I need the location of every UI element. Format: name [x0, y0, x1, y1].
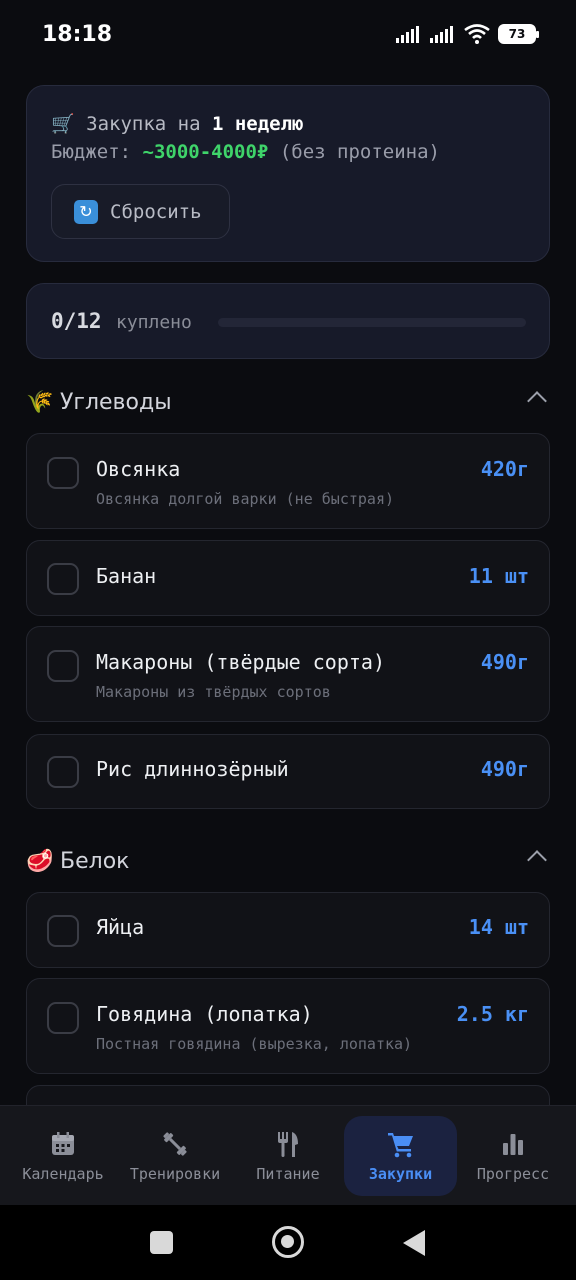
- status-bar: 18:18 73: [0, 0, 576, 70]
- nav-item-progress[interactable]: Прогресс: [462, 1116, 564, 1196]
- item-name: Банан: [96, 564, 157, 588]
- section-title: Углеводы: [60, 389, 172, 415]
- section-title: Белок: [60, 848, 130, 874]
- item-checkbox[interactable]: [47, 756, 79, 788]
- item-checkbox[interactable]: [47, 650, 79, 682]
- purchase-period-line: 🛒 Закупка на 1 неделю: [51, 112, 303, 135]
- progress-bar: [218, 318, 526, 327]
- item-checkbox[interactable]: [47, 457, 79, 489]
- item-description: Овсянка долгой варки (не быстрая): [96, 490, 395, 508]
- section-header-carbs[interactable]: 🌾 Углеводы: [26, 382, 550, 422]
- status-time: 18:18: [42, 22, 113, 47]
- battery-icon: 73: [498, 24, 539, 44]
- item-name: Макароны (твёрдые сорта): [96, 650, 385, 674]
- item-quantity: 420г: [480, 457, 529, 481]
- home-button[interactable]: [272, 1226, 304, 1258]
- chevron-up-icon[interactable]: [527, 391, 547, 411]
- item-checkbox[interactable]: [47, 915, 79, 947]
- progress-count: 0/12: [51, 309, 102, 333]
- list-item[interactable]: Макароны (твёрдые сорта) Макароны из твё…: [26, 626, 550, 722]
- item-quantity: 14 шт: [468, 915, 529, 939]
- item-name: Яйца: [96, 915, 145, 939]
- progress-label: куплено: [116, 312, 192, 333]
- item-description: Постная говядина (вырезка, лопатка): [96, 1035, 413, 1053]
- meat-icon: 🥩: [26, 848, 54, 874]
- item-name: Говядина (лопатка): [96, 1002, 313, 1026]
- system-navigation-bar: [0, 1205, 576, 1280]
- signal-icon: [430, 26, 453, 43]
- purchase-info-card: 🛒 Закупка на 1 неделю Бюджет: ~3000-4000…: [26, 85, 550, 262]
- recents-button[interactable]: [150, 1231, 173, 1254]
- section-header-protein[interactable]: 🥩 Белок: [26, 841, 550, 881]
- nav-label: Питание: [256, 1165, 320, 1183]
- nav-label: Закупки: [368, 1165, 433, 1183]
- list-item[interactable]: Яйца 14 шт: [26, 892, 550, 968]
- nav-label: Календарь: [22, 1165, 104, 1183]
- dumbbell-icon: [160, 1129, 190, 1159]
- list-item[interactable]: Овсянка Овсянка долгой варки (не быстрая…: [26, 433, 550, 529]
- chevron-up-icon[interactable]: [527, 850, 547, 870]
- bar-chart-icon: [498, 1129, 528, 1159]
- purchase-prefix: Закупка на: [86, 113, 201, 135]
- nav-label: Прогресс: [476, 1165, 550, 1183]
- back-button[interactable]: [403, 1230, 425, 1256]
- item-quantity: 11 шт: [468, 564, 529, 588]
- item-quantity: 2.5 кг: [456, 1002, 529, 1026]
- item-name: Овсянка: [96, 457, 181, 481]
- cart-icon: [386, 1129, 416, 1159]
- reset-button[interactable]: ↻ Сбросить: [51, 184, 230, 239]
- nav-item-nutrition[interactable]: Питание: [237, 1116, 339, 1196]
- signal-icon: [396, 26, 419, 43]
- bottom-navigation: Календарь Тренировки Питание Закупки Про…: [0, 1105, 576, 1205]
- item-checkbox[interactable]: [47, 563, 79, 595]
- refresh-icon: ↻: [74, 199, 98, 224]
- purchase-progress-card: 0/12 куплено: [26, 283, 550, 359]
- calendar-icon: [48, 1129, 78, 1159]
- cart-icon: 🛒: [51, 113, 75, 135]
- list-item[interactable]: Говядина (лопатка) Постная говядина (выр…: [26, 978, 550, 1074]
- item-quantity: 490г: [480, 650, 529, 674]
- wifi-icon: [464, 24, 490, 44]
- nav-item-shopping[interactable]: Закупки: [344, 1116, 457, 1196]
- list-item[interactable]: Рис длиннозёрный 490г: [26, 734, 550, 809]
- budget-value: ~3000-4000₽: [142, 141, 269, 163]
- list-item[interactable]: Банан 11 шт: [26, 540, 550, 616]
- budget-note: (без протеина): [279, 141, 440, 163]
- budget-line: Бюджет: ~3000-4000₽ (без протеина): [51, 141, 440, 163]
- item-checkbox[interactable]: [47, 1002, 79, 1034]
- nav-label: Тренировки: [129, 1165, 221, 1183]
- wheat-icon: 🌾: [26, 389, 54, 415]
- fork-knife-icon: [273, 1129, 303, 1159]
- status-icons: 73: [396, 24, 539, 44]
- nav-item-workouts[interactable]: Тренировки: [124, 1116, 226, 1196]
- nav-item-calendar[interactable]: Календарь: [12, 1116, 114, 1196]
- item-name: Рис длиннозёрный: [96, 757, 289, 781]
- item-description: Макароны из твёрдых сортов: [96, 683, 331, 701]
- purchase-period: 1 неделю: [211, 113, 304, 135]
- reset-label: Сбросить: [110, 200, 202, 223]
- budget-label: Бюджет:: [51, 141, 132, 163]
- item-quantity: 490г: [480, 757, 529, 781]
